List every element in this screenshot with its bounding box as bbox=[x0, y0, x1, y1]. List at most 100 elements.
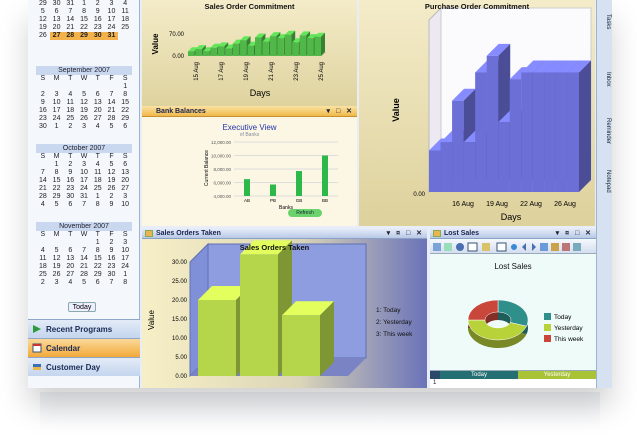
day-cell[interactable]: 28 bbox=[63, 32, 78, 40]
day-cell[interactable]: 22 bbox=[77, 24, 91, 32]
day-cell[interactable]: 29 bbox=[91, 271, 105, 279]
refresh-button[interactable]: Refresh bbox=[288, 209, 322, 217]
lost-sales-titlebar[interactable]: Lost Sales ▾ ¤ □ ✕ bbox=[430, 228, 596, 239]
day-cell[interactable]: 22 bbox=[91, 263, 105, 271]
day-cell[interactable]: 24 bbox=[50, 115, 64, 123]
bank-balances-titlebar[interactable]: Bank Balances ▾ □ ✕ bbox=[142, 106, 357, 117]
panel-window-buttons[interactable]: ▾ ¤ □ ✕ bbox=[387, 228, 424, 239]
day-cell[interactable]: 23 bbox=[91, 24, 105, 32]
day-cell[interactable]: 30 bbox=[105, 271, 119, 279]
day-cell[interactable]: 23 bbox=[36, 115, 50, 123]
day-cell[interactable]: 19 bbox=[77, 107, 91, 115]
panel-window-buttons[interactable]: ▾ ¤ □ ✕ bbox=[556, 228, 593, 239]
day-cell[interactable]: 30 bbox=[90, 32, 105, 40]
day-cell[interactable]: 23 bbox=[63, 185, 77, 193]
day-cell[interactable]: 7 bbox=[63, 8, 77, 16]
dock-tab-inbox[interactable]: Inbox bbox=[599, 72, 611, 87]
day-cell[interactable]: 20 bbox=[50, 24, 64, 32]
month-calendar[interactable]: October 2007 S M T W T F S 1 2 3 4 5 6 7 8 9 10 11 12 13 14 15… bbox=[36, 144, 132, 209]
day-cell[interactable]: 1 bbox=[91, 239, 105, 247]
day-cell[interactable]: 18 bbox=[36, 263, 50, 271]
day-cell[interactable]: 16 bbox=[63, 177, 77, 185]
day-cell[interactable]: 30 bbox=[36, 123, 50, 131]
day-cell[interactable]: 13 bbox=[91, 99, 105, 107]
day-cell[interactable]: 2 bbox=[36, 91, 50, 99]
day-cell[interactable]: 20 bbox=[91, 107, 105, 115]
day-cell[interactable]: 12 bbox=[105, 169, 119, 177]
nav-customer-day[interactable]: Customer Day bbox=[28, 357, 140, 376]
day-cell[interactable]: 4 bbox=[63, 91, 77, 99]
day-cell[interactable]: 10 bbox=[50, 99, 64, 107]
day-cell[interactable]: 25 bbox=[36, 271, 50, 279]
day-cell[interactable]: 2 bbox=[36, 279, 50, 287]
day-cell[interactable]: 28 bbox=[105, 115, 119, 123]
dock-tab-tasks[interactable]: Tasks bbox=[599, 14, 611, 29]
day-cell[interactable]: 5 bbox=[50, 247, 64, 255]
day-cell[interactable]: 7 bbox=[36, 169, 50, 177]
sales-taken-titlebar[interactable]: Sales Orders Taken ▾ ¤ □ ✕ bbox=[142, 228, 427, 239]
day-cell[interactable]: 4 bbox=[63, 279, 77, 287]
day-cell[interactable]: 11 bbox=[91, 169, 105, 177]
day-cell[interactable]: 10 bbox=[105, 8, 119, 16]
day-cell[interactable]: 1 bbox=[118, 271, 132, 279]
day-cell[interactable]: 8 bbox=[118, 91, 132, 99]
day-cell[interactable]: 13 bbox=[118, 169, 132, 177]
day-cell[interactable]: 15 bbox=[91, 255, 105, 263]
day-cell[interactable]: 25 bbox=[63, 115, 77, 123]
day-cell[interactable]: 30 bbox=[63, 193, 77, 201]
day-cell[interactable]: 29 bbox=[36, 0, 50, 8]
day-cell[interactable]: 2 bbox=[63, 161, 77, 169]
day-cell[interactable]: 6 bbox=[63, 247, 77, 255]
day-cell[interactable]: 3 bbox=[105, 0, 119, 8]
day-cell[interactable]: 14 bbox=[63, 16, 77, 24]
day-cell[interactable]: 21 bbox=[77, 263, 91, 271]
day-cell[interactable]: 19 bbox=[50, 263, 64, 271]
day-cell[interactable]: 26 bbox=[36, 32, 50, 40]
day-cell[interactable]: 3 bbox=[77, 161, 91, 169]
day-cell[interactable]: 5 bbox=[77, 91, 91, 99]
day-cell[interactable]: 29 bbox=[77, 32, 91, 40]
day-cell[interactable]: 8 bbox=[50, 169, 64, 177]
day-cell[interactable]: 24 bbox=[77, 185, 91, 193]
day-cell[interactable]: 4 bbox=[91, 123, 105, 131]
day-cell[interactable]: 2 bbox=[63, 123, 77, 131]
day-cell[interactable]: 6 bbox=[91, 279, 105, 287]
day-cell[interactable]: 20 bbox=[63, 263, 77, 271]
day-cell[interactable]: 18 bbox=[118, 16, 132, 24]
day-cell[interactable]: 5 bbox=[105, 123, 119, 131]
day-cell[interactable]: 18 bbox=[91, 177, 105, 185]
day-cell[interactable]: 3 bbox=[50, 91, 64, 99]
month-calendar[interactable]: November 2007 S M T W T F S 1 2 3 4 5 6 7 8 9 10 11 12 13 14 1… bbox=[36, 222, 132, 287]
day-cell[interactable]: 1 bbox=[77, 0, 91, 8]
day-cell[interactable]: 20 bbox=[118, 177, 132, 185]
day-cell[interactable]: 4 bbox=[91, 161, 105, 169]
day-cell[interactable]: 16 bbox=[105, 255, 119, 263]
day-cell[interactable]: 3 bbox=[118, 239, 132, 247]
day-cell[interactable]: 7 bbox=[77, 201, 91, 209]
day-cell[interactable]: 4 bbox=[118, 0, 132, 8]
day-cell[interactable]: 5 bbox=[36, 8, 50, 16]
day-cell[interactable]: 9 bbox=[91, 8, 105, 16]
day-cell[interactable]: 6 bbox=[63, 201, 77, 209]
day-cell[interactable]: 21 bbox=[36, 185, 50, 193]
dock-tab-reminder[interactable]: Reminder bbox=[599, 118, 611, 144]
day-cell[interactable]: 3 bbox=[77, 123, 91, 131]
day-cell[interactable]: 9 bbox=[105, 201, 119, 209]
day-cell[interactable]: 10 bbox=[77, 169, 91, 177]
day-cell[interactable]: 1 bbox=[50, 161, 64, 169]
day-cell[interactable]: 12 bbox=[50, 255, 64, 263]
day-cell[interactable]: 19 bbox=[36, 24, 50, 32]
day-cell[interactable]: 5 bbox=[105, 161, 119, 169]
day-cell[interactable]: 17 bbox=[50, 107, 64, 115]
day-cell[interactable]: 2 bbox=[105, 239, 119, 247]
day-cell[interactable]: 24 bbox=[105, 24, 119, 32]
day-cell[interactable]: 1 bbox=[50, 123, 64, 131]
day-cell[interactable]: 15 bbox=[118, 99, 132, 107]
day-cell[interactable]: 17 bbox=[77, 177, 91, 185]
day-cell[interactable]: 6 bbox=[50, 8, 64, 16]
day-cell[interactable]: 6 bbox=[118, 123, 132, 131]
day-cell[interactable]: 3 bbox=[118, 193, 132, 201]
day-cell[interactable]: 29 bbox=[118, 115, 132, 123]
day-cell[interactable]: 25 bbox=[118, 24, 132, 32]
day-cell[interactable]: 28 bbox=[36, 193, 50, 201]
